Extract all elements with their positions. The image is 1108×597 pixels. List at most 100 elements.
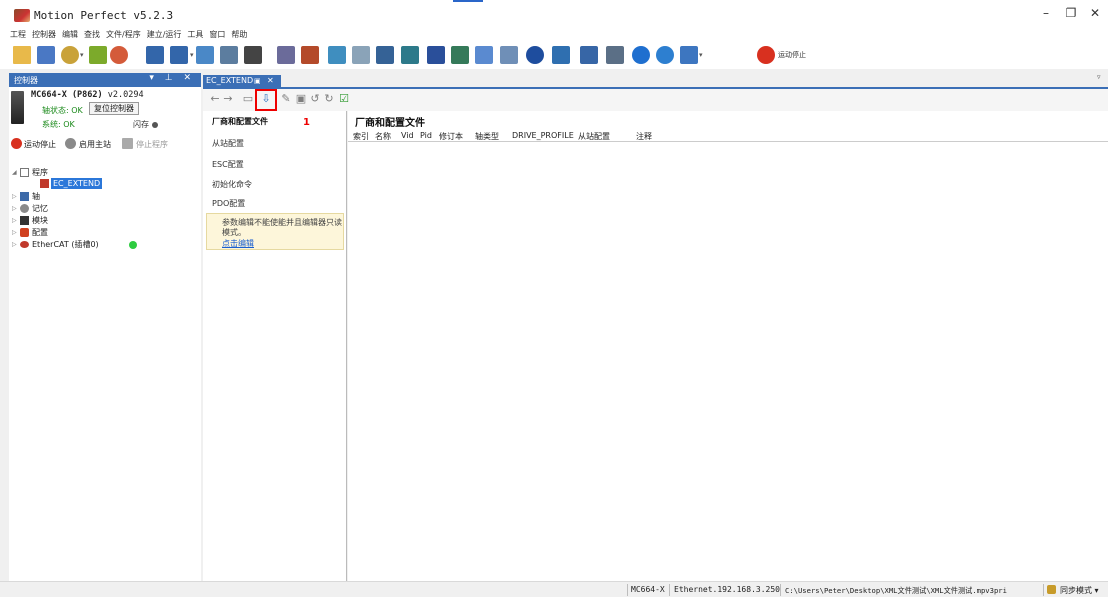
bulb-icon[interactable] (65, 138, 76, 149)
motion-stop-action[interactable]: 运动停止 (24, 139, 56, 150)
io-status-icon[interactable] (328, 46, 346, 64)
tab-ec-extend[interactable]: EC_EXTEND ▣ ✕ (203, 75, 281, 87)
panel-menu-icon[interactable]: ▿ (1097, 73, 1105, 83)
program-file-icon (40, 179, 49, 188)
forward-arrow-icon[interactable]: → (222, 93, 234, 105)
menu-controller[interactable]: 控制器 (29, 28, 59, 42)
minimize-button[interactable]: – (1036, 6, 1056, 22)
redo-icon[interactable]: ↻ (323, 93, 335, 105)
help-tool-icon[interactable] (110, 46, 128, 64)
axis-parameters-icon[interactable] (196, 46, 214, 64)
col-revision[interactable]: 修订本 (439, 131, 463, 142)
diagnostics-icon[interactable] (552, 46, 570, 64)
expand-arrow-icon[interactable]: ◢ (12, 167, 17, 178)
stop-program-action[interactable]: 停止程序 (136, 139, 168, 150)
read-only-note: 参数编辑不能使能并且编辑器只读模式。 点击编辑 (206, 213, 344, 250)
maximize-button[interactable]: ❐ (1061, 6, 1081, 22)
tree-item-axes[interactable]: ▷ 轴 (9, 191, 201, 202)
editor-toolbar: ← → ▭ ⇩ ✎ ▣ ↺ ↻ ☑ (203, 89, 1108, 111)
digital-io-icon[interactable] (352, 46, 370, 64)
info-icon[interactable] (656, 46, 674, 64)
menu-window[interactable]: 窗口 (206, 28, 228, 42)
tab-pin-icon[interactable]: ▣ (254, 75, 261, 87)
col-name[interactable]: 名称 (375, 131, 391, 142)
menu-project[interactable]: 工程 (7, 28, 29, 42)
tree-item-ethercat[interactable]: ▷ EtherCAT (插槽0) (9, 239, 201, 250)
collapse-arrow-icon[interactable]: ▷ (12, 215, 17, 226)
stop-hand-icon[interactable] (757, 46, 775, 64)
tree-item-modules[interactable]: ▷ 模块 (9, 215, 201, 226)
collapse-arrow-icon[interactable]: ▷ (12, 191, 17, 202)
tab-close-icon[interactable]: ✕ (267, 75, 274, 87)
table-viewer-icon[interactable] (244, 46, 262, 64)
menu-build-run[interactable]: 建立/运行 (144, 28, 185, 42)
sync-mode-button[interactable]: 同步模式 ▾ (1060, 585, 1099, 596)
nav-slave-config[interactable]: 从站配置 (212, 138, 244, 149)
tree-item-ec-extend[interactable]: EC_EXTEND (9, 178, 201, 189)
col-vid[interactable]: Vid (401, 131, 414, 140)
validate-check-icon[interactable]: ☑ (338, 93, 350, 105)
nav-pdo-config[interactable]: PDO配置 (212, 198, 245, 209)
list-icon[interactable] (500, 46, 518, 64)
collapse-arrow-icon[interactable]: ▷ (12, 203, 17, 214)
sync-mode-icon[interactable] (1047, 585, 1056, 594)
menu-help[interactable]: 帮助 (228, 28, 250, 42)
sync-icon[interactable] (89, 46, 107, 64)
display-icon[interactable] (580, 46, 598, 64)
tree-item-configuration[interactable]: ▷ 配置 (9, 227, 201, 238)
collapse-arrow-icon[interactable]: ▷ (12, 227, 17, 238)
nav-vendor-config-files[interactable]: 厂商和配置文件 1 (212, 116, 310, 128)
command-dropdown-icon[interactable]: ▾ (190, 51, 194, 59)
col-drive-profile[interactable]: DRIVE_PROFILE (512, 131, 574, 140)
save-icon[interactable] (37, 46, 55, 64)
analog-io-icon[interactable] (376, 46, 394, 64)
col-index[interactable]: 索引 (353, 131, 369, 142)
tree-item-programs[interactable]: ◢ 程序 (9, 167, 201, 178)
menu-edit[interactable]: 编辑 (59, 28, 81, 42)
col-comment[interactable]: 注释 (636, 131, 652, 142)
section-title: 厂商和配置文件 (355, 118, 425, 129)
stop-program-icon[interactable] (122, 138, 133, 149)
scope-icon[interactable] (401, 46, 419, 64)
tree-item-memory[interactable]: ▷ 记忆 (9, 203, 201, 214)
vr-icon[interactable] (526, 46, 544, 64)
col-axis-type[interactable]: 轴类型 (475, 131, 499, 142)
save-disabled-icon[interactable]: ▭ (242, 93, 254, 105)
memory-icon[interactable] (427, 46, 445, 64)
motion-stop-icon[interactable] (11, 138, 22, 149)
options-gear-icon[interactable] (606, 46, 624, 64)
jog-axes-icon[interactable] (301, 46, 319, 64)
intelligent-drives-icon[interactable] (451, 46, 469, 64)
click-to-edit-link[interactable]: 点击编辑 (222, 238, 254, 249)
undo-icon[interactable]: ↺ (309, 93, 321, 105)
col-pid[interactable]: Pid (420, 131, 432, 140)
motion-stop-label[interactable]: 运动停止 (778, 50, 806, 60)
edit-icon[interactable]: ✎ (280, 93, 292, 105)
help-question-icon[interactable] (632, 46, 650, 64)
vr-editor-icon[interactable] (220, 46, 238, 64)
menu-tools[interactable]: 工具 (184, 28, 206, 42)
tools-dropdown-icon[interactable]: ▾ (699, 51, 703, 59)
reset-controller-button[interactable]: 复位控制器 (89, 102, 139, 115)
flash-label: 闪存 (133, 120, 149, 129)
annotation-number: 1 (303, 117, 310, 128)
terminal-icon[interactable] (146, 46, 164, 64)
menu-file-program[interactable]: 文件/程序 (103, 28, 144, 42)
col-slave-config[interactable]: 从站配置 (578, 131, 610, 142)
connect-dropdown-icon[interactable]: ▾ (80, 51, 84, 59)
export-icon[interactable]: ▣ (295, 93, 307, 105)
collapse-arrow-icon[interactable]: ▷ (12, 239, 17, 250)
command-line-icon[interactable] (170, 46, 188, 64)
back-arrow-icon[interactable]: ← (209, 93, 221, 105)
nav-esc-config[interactable]: ESC配置 (212, 159, 244, 170)
plot-icon[interactable] (475, 46, 493, 64)
panel-window-controls[interactable]: ▾ ⊥ ✕ (149, 73, 195, 83)
enable-master-action[interactable]: 启用主站 (79, 139, 111, 150)
close-button[interactable]: ✕ (1085, 6, 1105, 22)
oscilloscope-icon[interactable] (277, 46, 295, 64)
nav-init-commands[interactable]: 初始化命令 (212, 179, 252, 190)
connect-icon[interactable] (61, 46, 79, 64)
menu-find[interactable]: 查找 (81, 28, 103, 42)
tools-icon[interactable] (680, 46, 698, 64)
open-folder-icon[interactable] (13, 46, 31, 64)
